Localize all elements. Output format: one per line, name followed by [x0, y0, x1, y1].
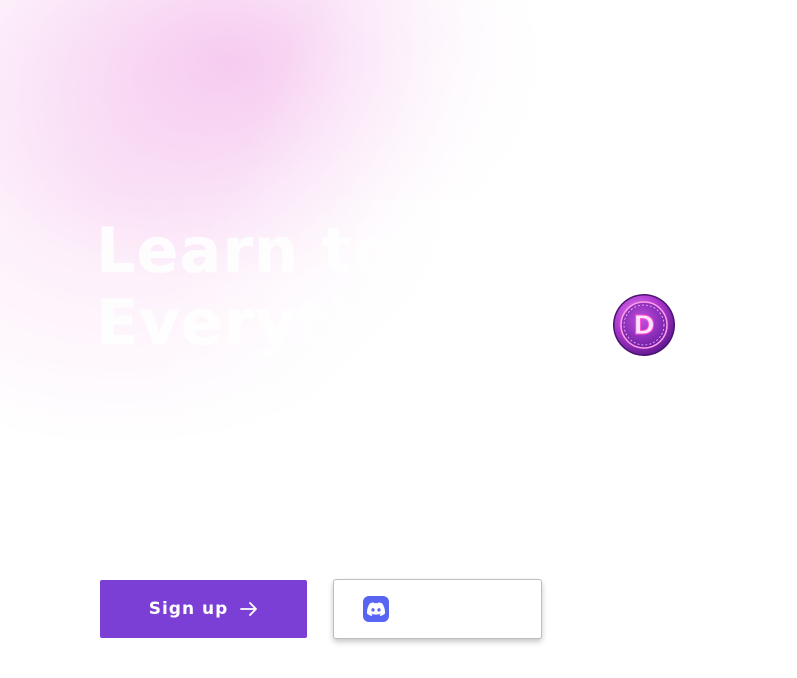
- sign-up-button[interactable]: Sign up: [100, 580, 307, 638]
- coin-logo-icon: D: [612, 293, 676, 357]
- coin-letter: D: [633, 311, 655, 341]
- hero-headline: Learn to Build Everything: [96, 214, 602, 359]
- join-discord-button[interactable]: Join Discord: [333, 579, 542, 639]
- join-discord-label: Join Discord: [398, 599, 513, 619]
- sign-up-label: Sign up: [148, 599, 229, 619]
- discord-icon: [362, 596, 389, 622]
- arrow-right-icon: [240, 602, 258, 616]
